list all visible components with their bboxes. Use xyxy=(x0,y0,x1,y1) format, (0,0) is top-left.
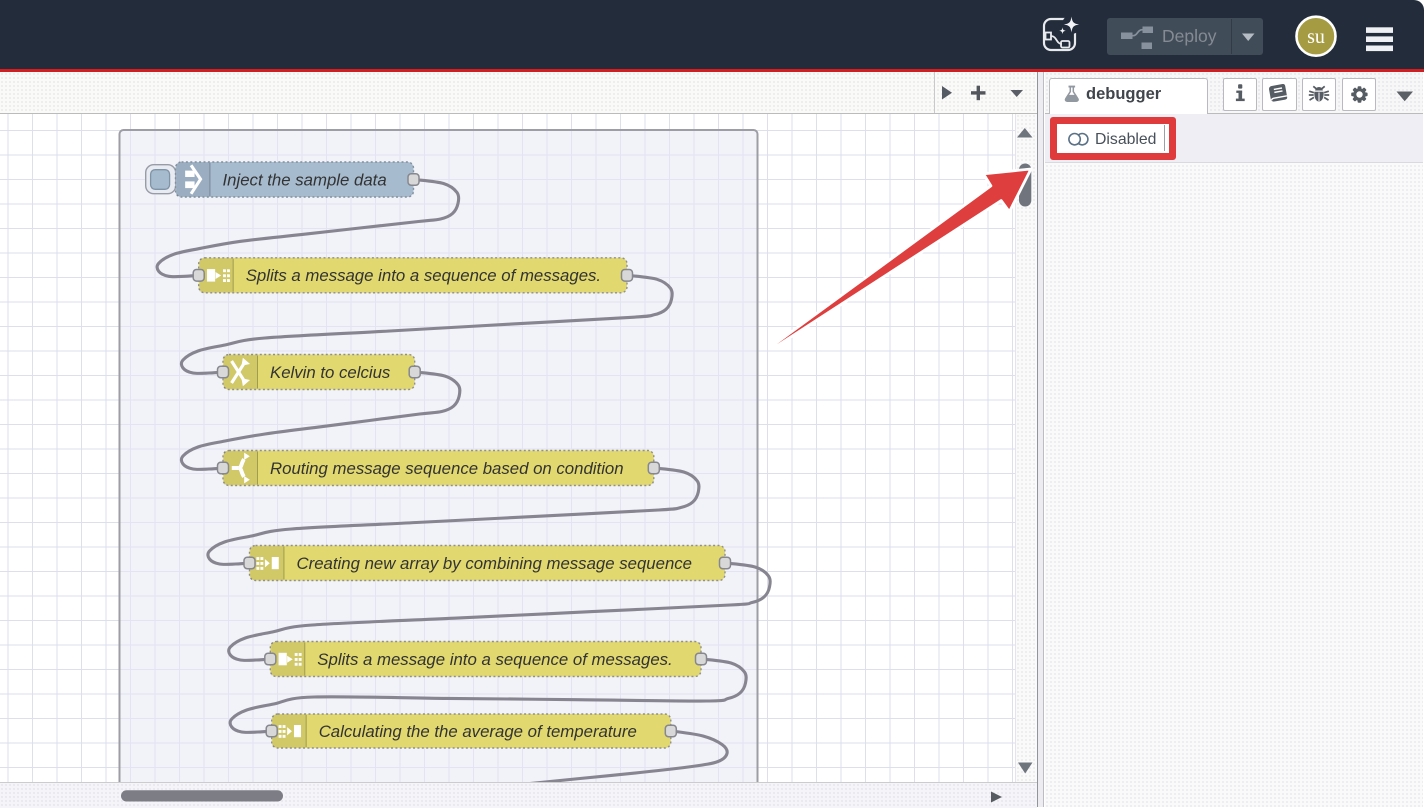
svg-text:Kelvin to celcius: Kelvin to celcius xyxy=(270,362,391,381)
svg-text:Creating new array by combinin: Creating new array by combining message … xyxy=(297,553,693,572)
svg-text:Splits a message into a sequen: Splits a message into a sequence of mess… xyxy=(317,649,672,668)
svg-text:Inject the sample data: Inject the sample data xyxy=(223,170,387,189)
svg-text:Routing message sequence based: Routing message sequence based on condit… xyxy=(270,458,624,477)
svg-text:su: su xyxy=(1307,26,1325,48)
svg-text:Calculating the the average of: Calculating the the average of temperatu… xyxy=(319,721,637,740)
svg-text:Splits a message into a sequen: Splits a message into a sequence of mess… xyxy=(246,266,601,285)
